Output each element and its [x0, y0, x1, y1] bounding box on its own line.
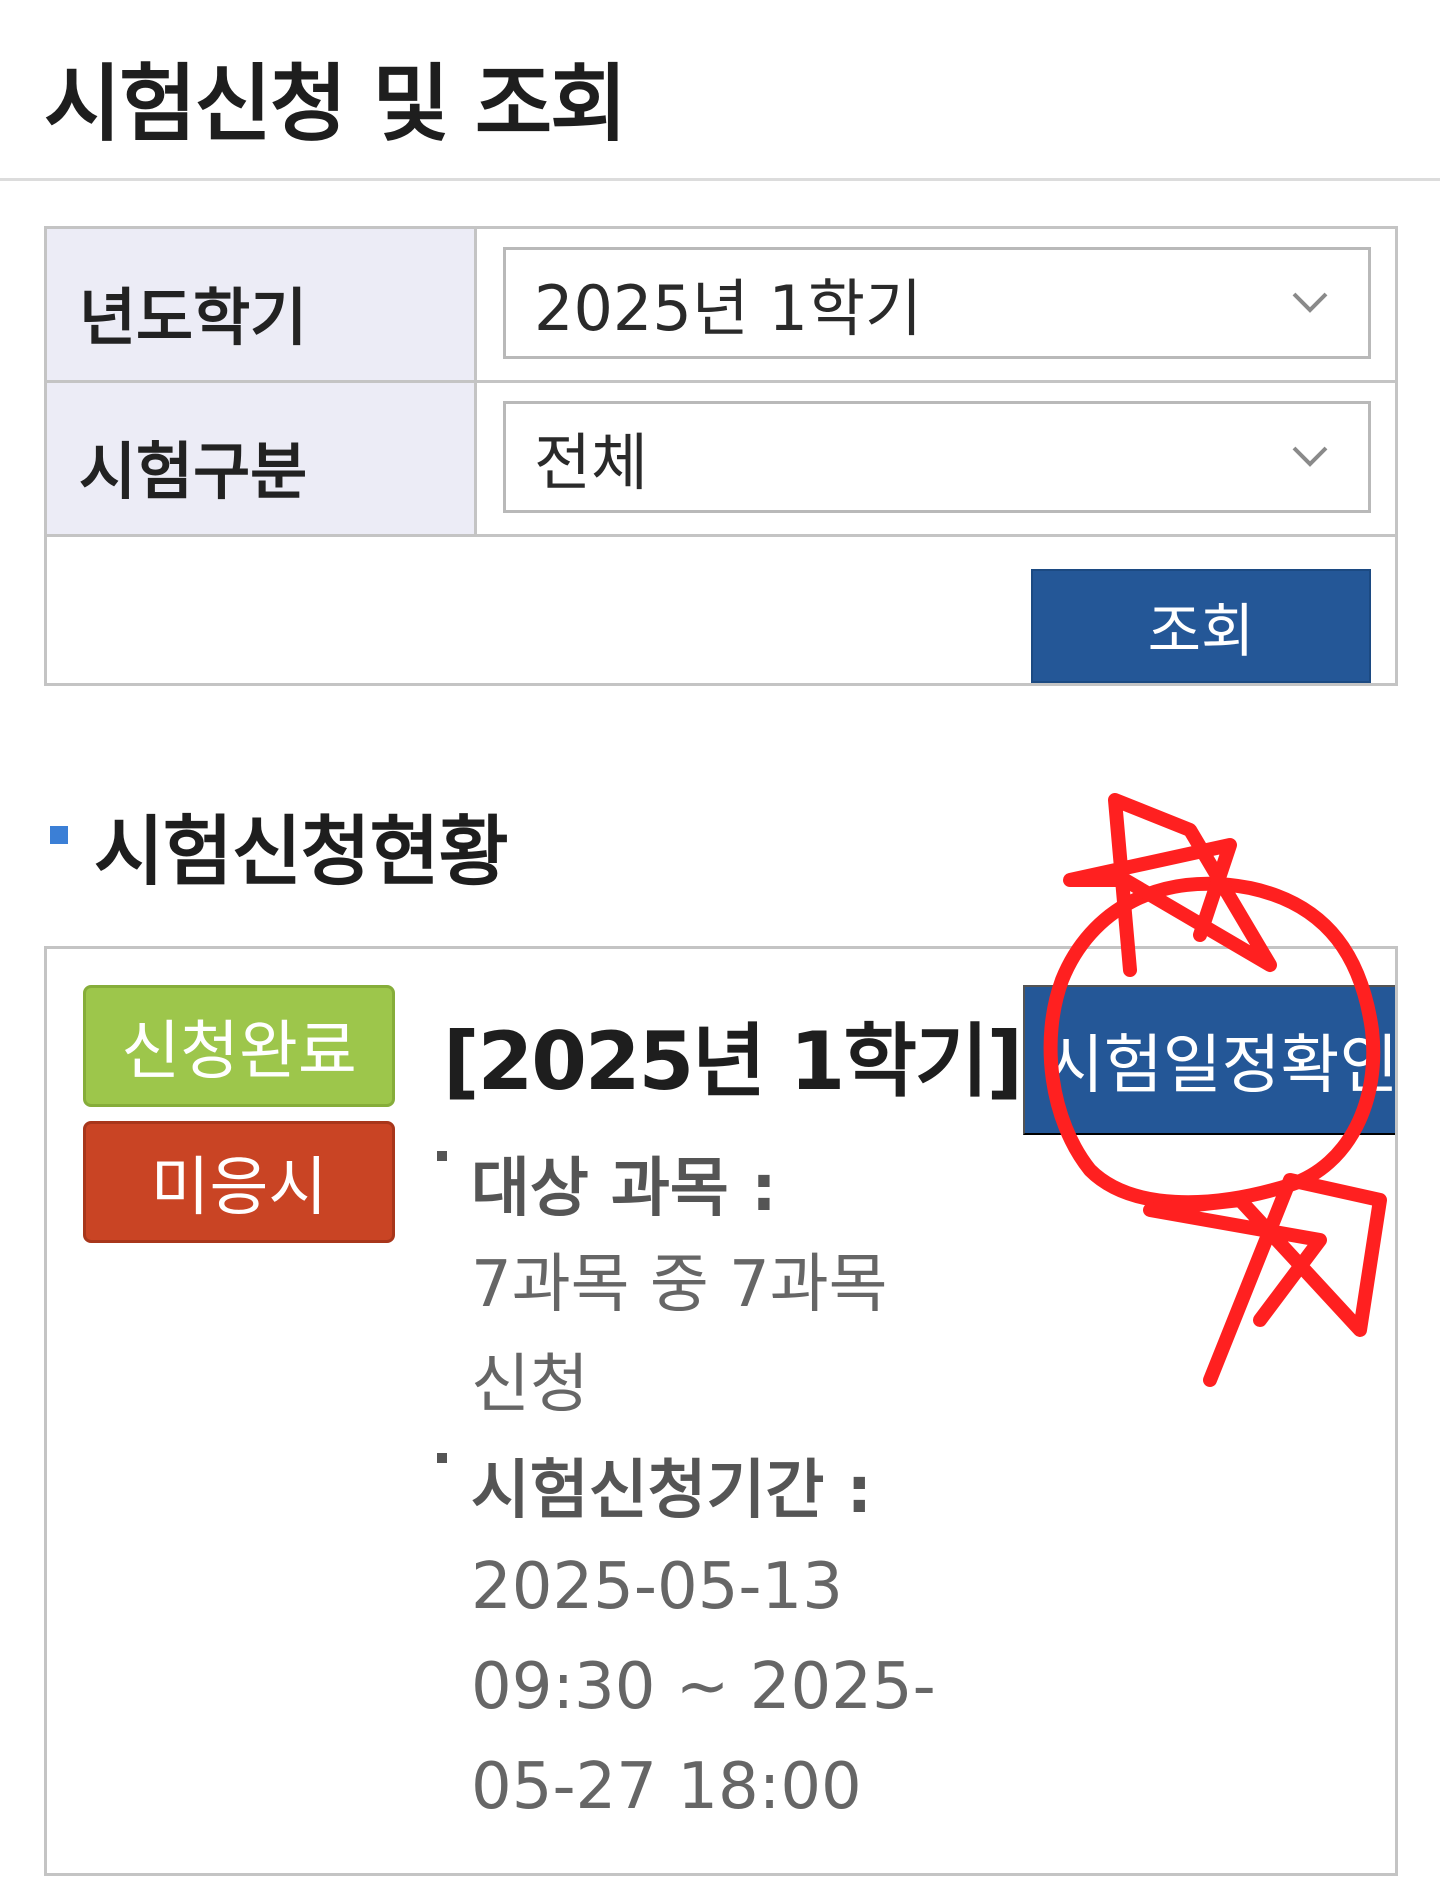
subjects-value: 7과목 중 7과목 신청 — [471, 1248, 888, 1422]
annotation-star-top — [1063, 793, 1277, 977]
status-badge-applied: 신청완료 — [83, 985, 395, 1107]
exam-card: 신청완료 미응시 [2025년 1학기] 시험일정확인 대상 과목 : 7과목 … — [44, 946, 1398, 1876]
exam-schedule-button[interactable]: 시험일정확인 — [1023, 985, 1395, 1135]
term-row: 년도학기 2025년 1학기 — [47, 229, 1395, 383]
exam-application-page: 시험신청 및 조회 년도학기 2025년 1학기 시험구분 전체 조회 시험신청… — [0, 0, 1440, 1880]
chevron-down-icon — [1292, 292, 1328, 313]
page-title: 시험신청 및 조회 — [44, 55, 627, 153]
period-label: 시험신청기간 : — [437, 1439, 872, 1531]
form-actions: 조회 — [47, 537, 1395, 686]
chevron-down-icon — [1292, 446, 1328, 467]
exam-type-select[interactable]: 전체 — [503, 401, 1371, 513]
subjects-label: 대상 과목 : — [437, 1137, 777, 1229]
card-title: [2025년 1학기] — [443, 1015, 1023, 1108]
exam-type-select-value: 전체 — [534, 426, 649, 499]
term-select[interactable]: 2025년 1학기 — [503, 247, 1371, 359]
exam-type-label: 시험구분 — [47, 383, 477, 534]
status-badge-absent: 미응시 — [83, 1121, 395, 1243]
square-bullet-icon — [50, 826, 68, 844]
term-label: 년도학기 — [47, 229, 477, 380]
search-button[interactable]: 조회 — [1031, 569, 1371, 683]
header-divider — [0, 178, 1440, 181]
bullet-icon — [437, 1453, 447, 1463]
search-form: 년도학기 2025년 1학기 시험구분 전체 조회 — [44, 226, 1398, 686]
term-select-value: 2025년 1학기 — [534, 272, 923, 345]
exam-type-row: 시험구분 전체 — [47, 383, 1395, 537]
period-value: 2025-05-13 09:30 ~ 2025-05-27 18:00 — [471, 1550, 936, 1824]
bullet-icon — [437, 1151, 447, 1161]
section-title: 시험신청현황 — [94, 807, 509, 896]
